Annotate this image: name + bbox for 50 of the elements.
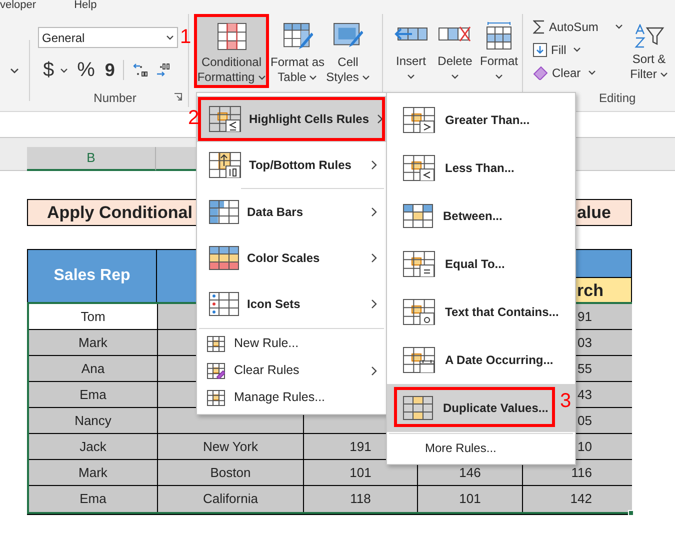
- table-cell: Ema: [29, 486, 158, 512]
- ribbon-button[interactable]: Format as Table: [271, 14, 324, 88]
- ribbon-button[interactable]: Clear: [533, 63, 623, 82]
- sort-filter-button[interactable]: Sort & Filter: [626, 24, 672, 82]
- comma-style-button[interactable]: 9: [104, 56, 115, 84]
- menu-item[interactable]: Clear Rules: [197, 357, 386, 384]
- ribbon-button[interactable]: Insert: [391, 14, 431, 86]
- menu-item[interactable]: New Rule...: [197, 330, 386, 357]
- ribbon-button[interactable]: AutoSum: [533, 17, 623, 36]
- table-cell: 116: [523, 460, 632, 485]
- menu-item[interactable]: Less Than...: [387, 144, 575, 192]
- menu-item[interactable]: Greater Than...: [387, 96, 575, 144]
- group-label: Editing: [599, 91, 636, 105]
- percent-button[interactable]: %: [77, 55, 95, 85]
- table-cell: Mark: [29, 330, 158, 355]
- menu-item[interactable]: Highlight Cells Rules: [197, 96, 386, 142]
- table-cell: New York: [158, 434, 304, 459]
- title-text: alue: [576, 202, 612, 224]
- column-header[interactable]: B: [27, 147, 156, 171]
- step-number: 1: [180, 25, 192, 50]
- menu-item[interactable]: Color Scales: [197, 235, 386, 281]
- ribbon-button[interactable]: Delete: [435, 14, 475, 86]
- table-cell: California: [158, 486, 304, 512]
- table-cell: Nancy: [29, 408, 158, 433]
- table-cell: 101: [418, 486, 523, 512]
- table-cell: Boston: [158, 460, 304, 485]
- table-cell: Ema: [29, 382, 158, 407]
- step-number: 2: [188, 106, 200, 131]
- ribbon-button[interactable]: Fill: [533, 40, 623, 59]
- table-cell: Ana: [29, 356, 158, 381]
- currency-button[interactable]: $: [43, 55, 54, 85]
- table-cell: Jack: [29, 434, 158, 459]
- ribbon-button[interactable]: Cell Styles: [326, 14, 370, 88]
- menu-item[interactable]: Icon Sets: [197, 281, 386, 327]
- menu-item[interactable]: Top/Bottom Rules: [197, 142, 386, 188]
- menu-item[interactable]: Between...: [387, 192, 575, 240]
- menu-item[interactable]: Manage Rules...: [197, 384, 386, 411]
- table-cell: 101: [304, 460, 418, 485]
- group-label: Number: [94, 90, 136, 107]
- ribbon-button[interactable]: Format: [479, 14, 519, 86]
- header-cell: Sales Rep: [28, 250, 157, 302]
- ribbon-button[interactable]: Conditional Formatting: [194, 14, 269, 88]
- ribbon-tab[interactable]: Help: [74, 0, 97, 11]
- title-text: Apply Conditional: [46, 202, 192, 224]
- table-cell: 118: [304, 486, 418, 512]
- menu-item[interactable]: Data Bars: [197, 189, 386, 235]
- table-cell: 142: [523, 486, 632, 512]
- table-cell: Mark: [29, 460, 158, 485]
- number-format-dropdown[interactable]: General: [38, 27, 178, 48]
- ribbon-tab[interactable]: veloper: [0, 0, 36, 11]
